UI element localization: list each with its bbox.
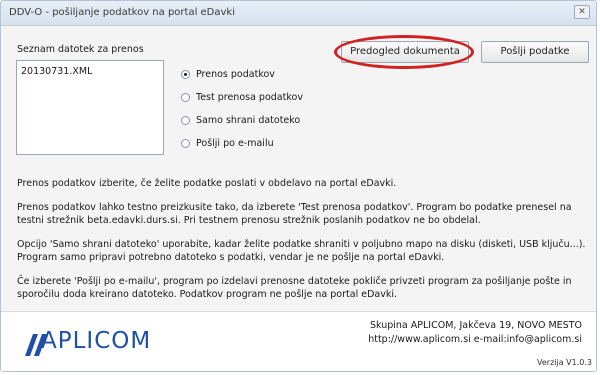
close-button[interactable]: ✕ [574,5,590,19]
preview-document-button[interactable]: Predogled dokumenta [341,41,469,63]
radio-dot[interactable] [181,115,190,125]
info-paragraph-1: Prenos podatkov izberite, če želite poda… [17,178,397,189]
radio-poslji-po-emailu[interactable]: Pošlji po e-mailu [181,136,274,150]
dialog-window: DDV-O - pošiljanje podatkov na portal eD… [0,0,597,372]
send-data-button[interactable]: Pošlji podatke [481,41,589,63]
radio-label: Samo shrani datoteko [196,114,301,126]
company-contact: http://www.aplicom.si e-mail:info@aplico… [368,334,582,345]
file-list-label: Seznam datotek za prenos [17,44,144,55]
info-paragraph-3: Opcijo 'Samo shrani datoteko' uporabite,… [17,239,586,263]
radio-dot[interactable] [181,138,190,148]
window-title: DDV-O - pošiljanje podatkov na portal eD… [9,7,235,18]
version-label: Verzija V1.0.3 [537,358,592,367]
close-icon: ✕ [578,7,586,17]
aplicom-logo: APLICOM [15,328,155,358]
radio-samo-shrani[interactable]: Samo shrani datoteko [181,113,300,127]
footer: APLICOM Skupina APLICOM, Jakčeva 19, NOV… [1,311,596,371]
radio-test-prenosa[interactable]: Test prenosa podatkov [181,90,303,104]
company-address: Skupina APLICOM, Jakčeva 19, NOVO MESTO [369,320,582,331]
radio-dot-selected[interactable] [181,69,190,79]
info-paragraph-2: Prenos podatkov lahko testno preizkusite… [17,202,572,226]
title-bar[interactable]: DDV-O - pošiljanje podatkov na portal eD… [1,1,596,26]
logo-text: APLICOM [41,328,152,354]
radio-label: Pošlji po e-mailu [196,137,274,149]
radio-prenos-podatkov[interactable]: Prenos podatkov [181,67,275,81]
radio-dot[interactable] [181,92,190,102]
radio-label: Prenos podatkov [196,68,275,80]
radio-label: Test prenosa podatkov [196,91,303,103]
file-list-item[interactable]: 20130731.XML [21,66,92,77]
company-info: Skupina APLICOM, Jakčeva 19, NOVO MESTO … [368,319,582,347]
file-list[interactable]: 20130731.XML [16,60,164,155]
info-paragraph-4: Če izberete 'Pošlji po e-mailu', program… [17,276,572,300]
